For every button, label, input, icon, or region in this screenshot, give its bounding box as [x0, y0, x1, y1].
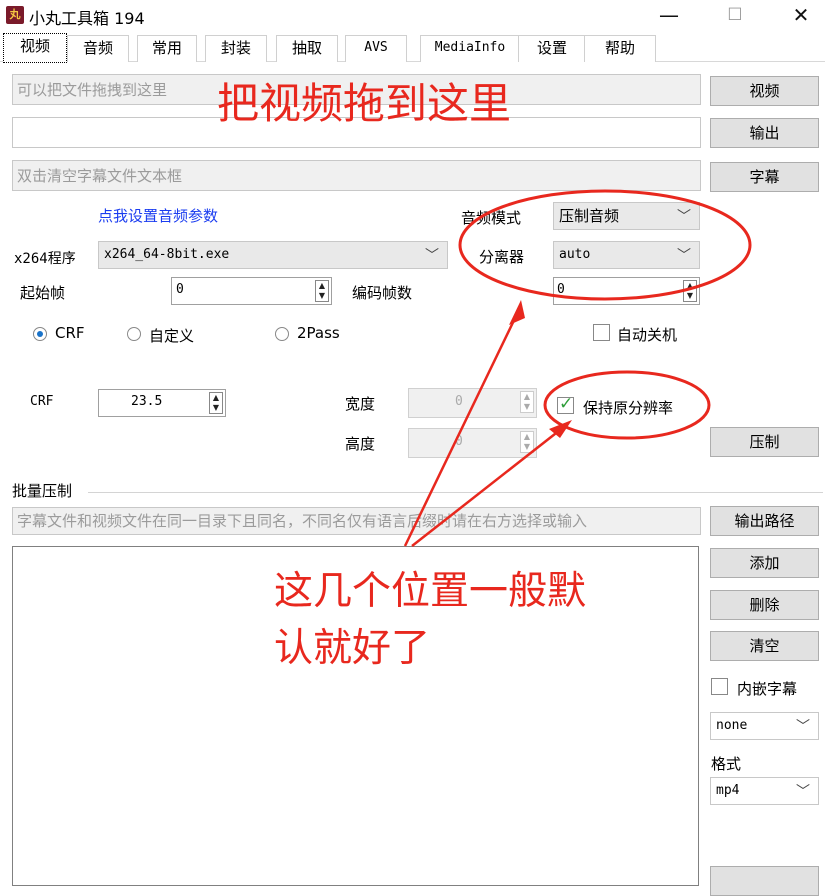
- annotation-overlay: [403, 189, 752, 547]
- annotation-arrowhead-audio: [509, 300, 525, 325]
- annotation-note-line2: 认就好了: [274, 626, 431, 671]
- annotation-note-line1: 这几个位置一般默: [274, 569, 587, 614]
- annotation-ellipse-resolution: [543, 370, 711, 440]
- annotation-ellipse-audio: [458, 189, 752, 301]
- annotation-arrow-audio: [403, 311, 520, 547]
